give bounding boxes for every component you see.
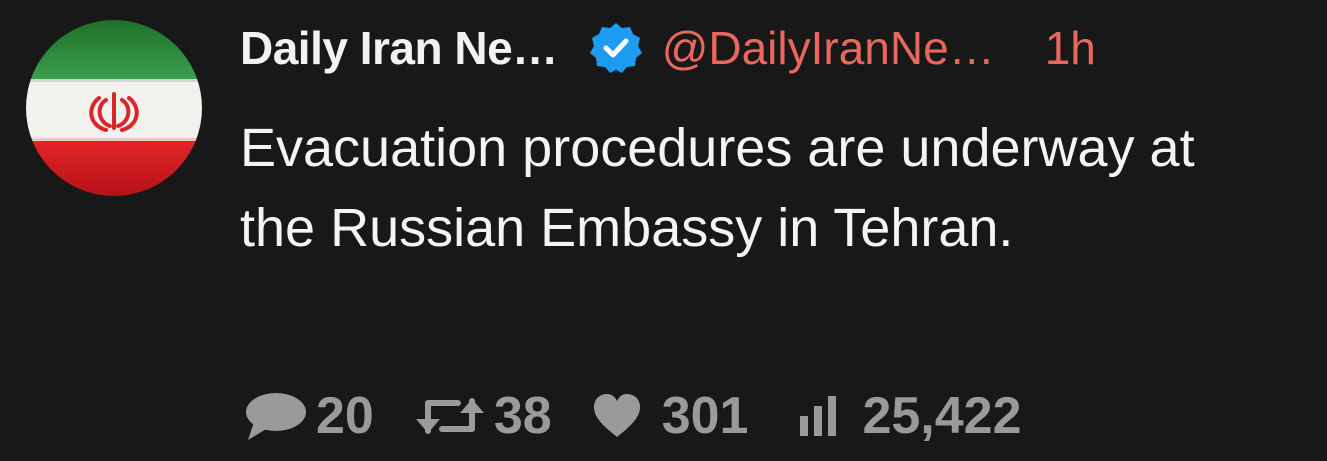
reply-count: 20 [316,387,374,445]
like-count: 301 [661,387,749,445]
like-button[interactable]: 301 [592,386,749,446]
reply-button[interactable]: 20 [240,386,374,446]
tweet-header: Daily Iran Ne… @DailyIranNe… 1h [240,16,1096,80]
heart-icon [592,393,642,439]
author-name[interactable]: Daily Iran Ne… [240,21,558,75]
iran-flag-icon [26,20,202,196]
views-count: 25,422 [862,387,1022,445]
tweet-text: Evacuation procedures are underway at th… [240,118,1195,258]
avatar[interactable] [26,20,202,196]
author-handle[interactable]: @DailyIranNe… [662,21,995,75]
views-button[interactable]: 25,422 [798,386,1022,446]
tweet-actions: 20 38 301 25,422 [240,384,1022,448]
speech-bubble-icon [240,388,308,444]
verified-badge-icon [588,20,644,76]
retweet-button[interactable]: 38 [414,386,552,446]
retweet-arrows-icon [414,391,486,441]
retweet-count: 38 [493,387,552,445]
tweet-card[interactable]: Daily Iran Ne… @DailyIranNe… 1h Evacuati… [0,0,1327,461]
tweet-timestamp[interactable]: 1h [1045,21,1096,75]
bar-chart-icon [798,394,838,438]
